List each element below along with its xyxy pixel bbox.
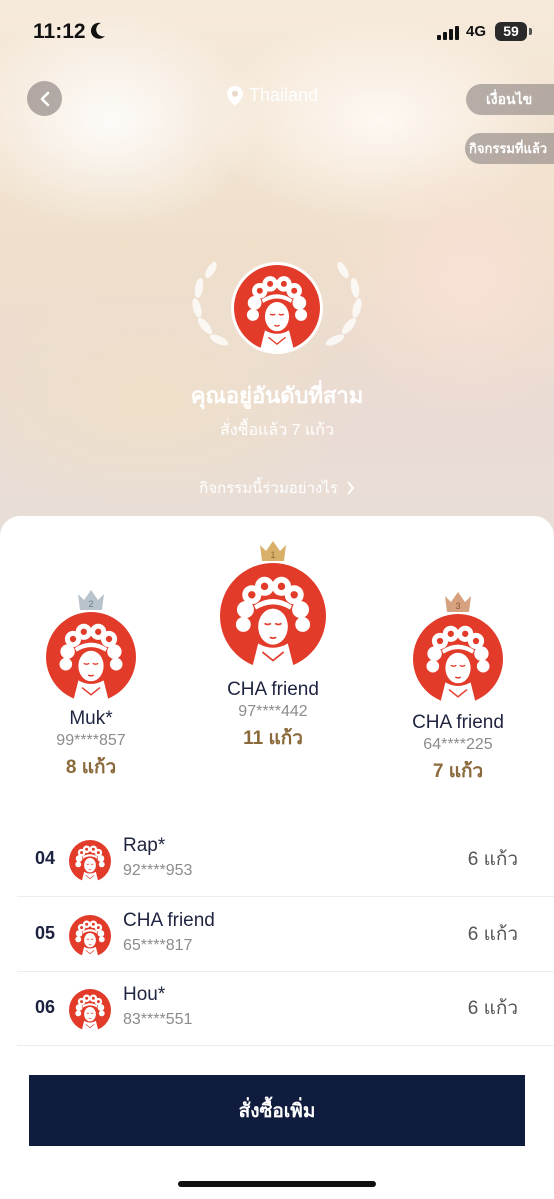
row-rank: 06 xyxy=(35,997,56,1017)
chevron-left-icon xyxy=(40,91,49,106)
location-selector[interactable]: Thailand xyxy=(227,85,318,106)
chevron-right-icon xyxy=(347,481,355,495)
battery-tip xyxy=(529,28,532,35)
past-events-button[interactable]: กิจกรรมที่แล้ว xyxy=(465,133,554,164)
ranking-row: 04 Rap* 92****953 6 แก้ว xyxy=(17,822,554,897)
row-cups: 6 แก้ว xyxy=(467,849,518,870)
opera-mask-avatar-icon xyxy=(46,612,136,702)
row-phone: 83****551 xyxy=(123,1011,193,1028)
network-type: 4G xyxy=(466,23,487,40)
crown-icon: 2 xyxy=(78,590,104,610)
podium-name: CHA friend xyxy=(227,679,319,700)
user-avatar xyxy=(231,262,323,354)
row-rank: 04 xyxy=(35,848,56,868)
opera-mask-avatar-icon xyxy=(234,265,320,351)
podium-cups: 11 แก้ว xyxy=(243,728,303,749)
opera-mask-avatar-icon xyxy=(69,989,111,1031)
opera-mask-avatar-icon xyxy=(69,840,111,882)
ranking-row: 06 Hou* 83****551 6 แก้ว xyxy=(17,971,554,1046)
home-indicator[interactable] xyxy=(178,1181,376,1187)
location-pin-icon xyxy=(227,85,243,106)
opera-mask-avatar-icon xyxy=(220,563,326,669)
ranking-row: 05 CHA friend 65****817 6 แก้ว xyxy=(17,897,554,972)
podium-phone: 64****225 xyxy=(423,736,493,753)
row-name: CHA friend xyxy=(123,910,215,931)
opera-mask-avatar-icon xyxy=(413,614,503,704)
podium-name: Muk* xyxy=(69,708,113,729)
podium-name: CHA friend xyxy=(412,712,504,733)
podium-cups: 8 แก้ว xyxy=(65,757,117,778)
row-phone: 65****817 xyxy=(123,937,193,954)
crown-rank-number: 3 xyxy=(455,601,460,611)
row-name: Rap* xyxy=(123,835,166,856)
row-name: Hou* xyxy=(123,984,166,1005)
how-to-join-label: กิจกรรมนี้ร่วมอย่างไร xyxy=(199,480,338,497)
back-button[interactable] xyxy=(27,81,62,116)
user-rank-text: คุณอยู่อันดับที่สาม xyxy=(190,383,364,408)
status-bar: 11:12 4G 59 xyxy=(0,0,554,66)
crown-icon: 1 xyxy=(260,541,286,561)
row-cups: 6 แก้ว xyxy=(467,924,518,945)
podium-rank-3: 3 CHA friend 64****225 7 แก้ว xyxy=(393,590,523,786)
signal-icon xyxy=(437,26,459,40)
conditions-button[interactable]: เงื่อนไข xyxy=(466,84,554,115)
status-time: 11:12 xyxy=(33,20,86,43)
user-order-count: สั่งซื้อแล้ว 7 แก้ว xyxy=(220,422,334,439)
moon-icon xyxy=(90,22,105,39)
podium-phone: 97****442 xyxy=(238,703,308,720)
podium-rank-2: 2 Muk* 99****857 8 แก้ว xyxy=(30,588,152,782)
crown-rank-number: 2 xyxy=(88,599,93,609)
podium-rank-1: 1 CHA friend 97****442 11 แก้ว xyxy=(200,539,346,753)
crown-rank-number: 1 xyxy=(270,550,275,560)
order-more-button[interactable]: สั่งซื้อเพิ่ม xyxy=(29,1075,525,1146)
location-label: Thailand xyxy=(249,85,319,105)
row-phone: 92****953 xyxy=(123,862,193,879)
crown-icon: 3 xyxy=(445,592,471,612)
opera-mask-avatar-icon xyxy=(69,915,111,957)
row-rank: 05 xyxy=(35,923,56,943)
battery-icon: 59 xyxy=(495,22,527,41)
row-cups: 6 แก้ว xyxy=(467,998,518,1019)
podium-phone: 99****857 xyxy=(56,732,126,749)
podium-cups: 7 แก้ว xyxy=(432,761,484,782)
how-to-join-link[interactable]: กิจกรรมนี้ร่วมอย่างไร xyxy=(0,476,554,500)
